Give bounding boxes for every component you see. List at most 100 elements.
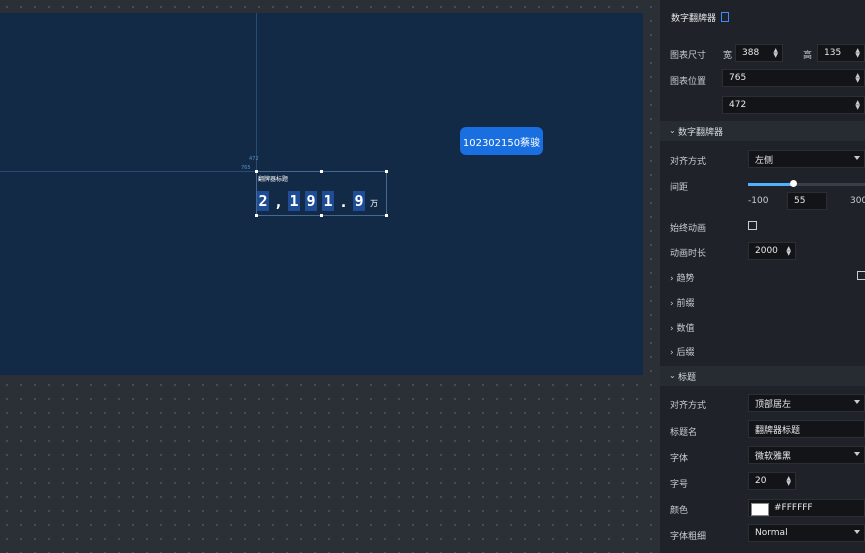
chevron-down-icon: ⌄	[669, 371, 676, 380]
duration-value: 2000	[755, 246, 778, 256]
font-weight-label: 字体粗细	[670, 532, 707, 542]
height-value: 135	[824, 48, 842, 58]
font-size-label: 字号	[670, 480, 689, 490]
properties-panel: 数字翻牌器 图表尺寸 宽 388 ▲ ▼ 高 135 ▲ ▼ 图表位置 765 ▲ ▼…	[660, 0, 865, 553]
vertical-guide	[256, 13, 257, 173]
widget-title: 翻牌器标题	[258, 176, 289, 183]
suffix-label: 后缀	[676, 348, 695, 358]
position-y-input[interactable]: 472 ▲ ▼	[722, 96, 865, 114]
caret-down-icon	[854, 530, 860, 534]
width-value: 388	[742, 48, 760, 58]
spacing-min: -100	[748, 196, 769, 206]
digit-separator: .	[339, 193, 349, 211]
spacing-slider-fill	[748, 183, 794, 186]
width-input[interactable]: 388 ▲ ▼	[735, 44, 783, 62]
trend-label: 趋势	[676, 274, 695, 284]
chevron-right-icon: ›	[670, 348, 674, 358]
duration-input[interactable]: 2000 ▲ ▼	[748, 242, 796, 260]
font-weight-select[interactable]: Normal	[748, 524, 865, 542]
suffix-group[interactable]: › 后缀	[670, 345, 695, 358]
align-value: 左侧	[755, 155, 774, 166]
position-x-value: 765	[729, 73, 747, 83]
section-title: 标题	[678, 372, 697, 383]
document-icon[interactable]	[721, 12, 730, 22]
resize-handle[interactable]	[320, 170, 323, 173]
height-input[interactable]: 135 ▲ ▼	[817, 44, 865, 62]
stepper-icon[interactable]: ▲ ▼	[786, 476, 791, 487]
chevron-down-icon: ⌄	[669, 126, 676, 135]
panel-title: 数字翻牌器	[671, 13, 717, 24]
font-size-input[interactable]: 20 ▲ ▼	[748, 472, 796, 490]
title-align-select[interactable]: 顶部居左	[748, 394, 865, 412]
digit: 2	[257, 191, 269, 211]
position-y-value: 472	[729, 100, 747, 110]
resize-handle[interactable]	[385, 170, 388, 173]
height-label: 高	[803, 51, 813, 61]
anim-label: 始终动画	[670, 224, 707, 234]
duration-label: 动画时长	[670, 249, 707, 259]
title-align-value: 顶部居左	[755, 399, 792, 410]
title-name-input[interactable]: 翻牌器标题	[748, 420, 865, 438]
color-swatch[interactable]	[751, 503, 769, 516]
anim-checkbox[interactable]	[748, 221, 757, 230]
resize-handle[interactable]	[320, 214, 323, 217]
spacing-value: 55	[794, 196, 806, 206]
font-weight-value: Normal	[755, 528, 788, 538]
guide-tag-left: 765	[241, 165, 251, 171]
align-select[interactable]: 左侧	[748, 150, 865, 168]
font-label: 字体	[670, 454, 689, 464]
stepper-icon[interactable]: ▲ ▼	[855, 73, 860, 84]
stepper-icon[interactable]: ▲ ▼	[855, 48, 860, 59]
position-x-input[interactable]: 765 ▲ ▼	[722, 69, 865, 87]
size-label: 图表尺寸	[670, 51, 707, 61]
width-label: 宽	[723, 51, 733, 61]
spacing-label: 间距	[670, 183, 689, 193]
position-label: 图表位置	[670, 77, 707, 87]
digit: 9	[353, 191, 366, 211]
spacing-input[interactable]: 55	[787, 192, 827, 210]
stepper-icon[interactable]: ▲ ▼	[855, 100, 860, 111]
spacing-max: 300	[850, 196, 865, 206]
number-flipper-widget[interactable]: 翻牌器标题 2 , 1 9 1 . 9 万	[255, 170, 388, 217]
resize-handle[interactable]	[255, 170, 258, 173]
chevron-right-icon: ›	[670, 274, 674, 284]
panel-header: 数字翻牌器	[660, 0, 865, 34]
guide-tag-top: 472	[249, 156, 259, 162]
color-label: 颜色	[670, 506, 689, 516]
stepper-icon[interactable]: ▲ ▼	[773, 48, 778, 59]
prefix-group[interactable]: › 前缀	[670, 296, 695, 309]
caret-down-icon	[854, 156, 860, 160]
section-title: 数字翻牌器	[678, 127, 724, 138]
color-value: #FFFFFF	[774, 503, 813, 513]
resize-handle[interactable]	[385, 214, 388, 217]
trend-checkbox[interactable]	[857, 271, 865, 280]
digit-separator: ,	[274, 193, 284, 211]
digit: 9	[305, 191, 318, 211]
horizontal-guide	[0, 171, 256, 172]
flipper-section-header[interactable]: ⌄ 数字翻牌器	[660, 121, 865, 141]
chevron-right-icon: ›	[670, 324, 674, 334]
digit-row: 2 , 1 9 1 . 9 万	[257, 191, 378, 211]
trend-group[interactable]: › 趋势	[670, 271, 695, 284]
title-name-label: 标题名	[670, 428, 698, 438]
spacing-slider-thumb[interactable]	[790, 180, 797, 187]
prefix-label: 前缀	[676, 299, 695, 309]
font-size-value: 20	[755, 476, 767, 486]
watermark-badge: 102302150蔡骏	[460, 127, 543, 155]
stepper-icon[interactable]: ▲ ▼	[786, 246, 791, 257]
align-label: 对齐方式	[670, 157, 707, 167]
digit: 1	[322, 191, 335, 211]
value-label: 数值	[676, 324, 695, 334]
unit-label: 万	[370, 199, 379, 208]
title-name-value: 翻牌器标题	[755, 425, 801, 436]
font-value: 微软雅黑	[755, 451, 792, 462]
title-section-header[interactable]: ⌄ 标题	[660, 366, 865, 386]
caret-down-icon	[854, 452, 860, 456]
value-group[interactable]: › 数值	[670, 321, 695, 334]
chevron-right-icon: ›	[670, 299, 674, 309]
caret-down-icon	[854, 400, 860, 404]
font-select[interactable]: 微软雅黑	[748, 446, 865, 464]
title-align-label: 对齐方式	[670, 401, 707, 411]
digit: 1	[288, 191, 301, 211]
resize-handle[interactable]	[255, 214, 258, 217]
